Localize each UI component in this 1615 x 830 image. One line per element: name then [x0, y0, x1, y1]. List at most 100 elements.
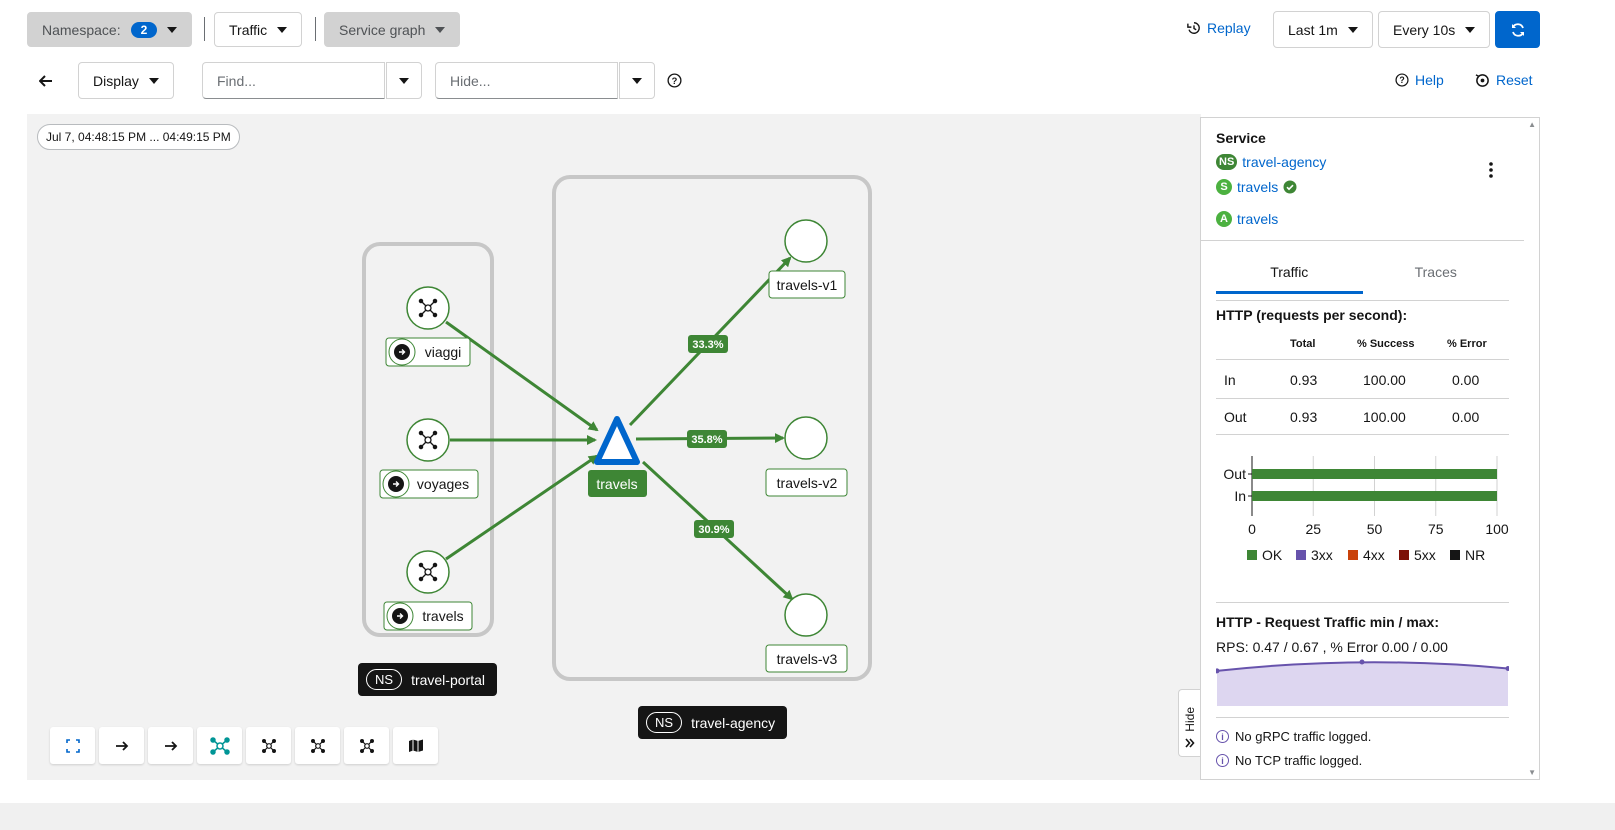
namespace-label-travel-portal: NS travel-portal: [358, 663, 497, 696]
legend-label-5xx: 5xx: [1414, 547, 1436, 563]
refresh-interval-label: Every 10s: [1393, 21, 1456, 38]
svg-text:35.8%: 35.8%: [691, 434, 722, 446]
fit-to-screen-icon[interactable]: [50, 727, 95, 764]
service-link[interactable]: travels: [1237, 179, 1278, 195]
namespace-name: travel-agency: [691, 714, 776, 731]
rps-sparkline: [1216, 659, 1509, 706]
layout-arrow-icon[interactable]: [99, 727, 144, 764]
graph-toolbar: [50, 727, 438, 764]
layout-3-icon[interactable]: [344, 727, 389, 764]
node-travels-v3[interactable]: travels-v3: [765, 593, 848, 673]
row-in-error: 0.00: [1452, 372, 1480, 388]
layout-arrow-icon[interactable]: [148, 727, 193, 764]
rps-summary: RPS: 0.47 / 0.67 , % Error 0.00 / 0.00: [1216, 639, 1448, 655]
row-in-total: 0.93: [1290, 372, 1318, 388]
svg-text:33.3%: 33.3%: [692, 339, 723, 351]
layout-2-icon[interactable]: [295, 727, 340, 764]
tab-traces[interactable]: Traces: [1363, 254, 1510, 294]
node-label-travels-v1: travels-v1: [777, 277, 838, 293]
bar-ok-out: [1252, 469, 1497, 479]
caret-down-icon: [1347, 26, 1358, 33]
node-label-voyages: voyages: [417, 476, 469, 492]
refresh-interval-dropdown[interactable]: Every 10s: [1378, 11, 1491, 48]
http-status-bar-chart: 0 25 50 75 100 Out In OK 3xx 4xx 5xx NR: [1223, 456, 1509, 563]
x-tick-label: 75: [1428, 521, 1444, 537]
legend-label-4xx: 4xx: [1363, 547, 1385, 563]
row-out-total: 0.93: [1290, 409, 1318, 425]
legend-swatch-3xx: [1296, 550, 1306, 560]
col-header-success: % Success: [1357, 338, 1415, 350]
table-row-divider: [1216, 434, 1509, 435]
divider: [1216, 300, 1509, 301]
reset-button[interactable]: Reset: [1475, 72, 1533, 88]
legend-swatch-4xx: [1348, 550, 1358, 560]
info-icon: i: [1216, 730, 1229, 743]
panel-tabs: Traffic Traces: [1216, 254, 1509, 294]
namespace-ns-badge: NS: [366, 669, 403, 690]
layout-1-icon[interactable]: [246, 727, 291, 764]
row-in-direction: In: [1224, 372, 1236, 388]
hide-label: Hide: [1183, 707, 1197, 732]
no-tcp-message: i No TCP traffic logged.: [1216, 753, 1362, 768]
namespace-ns-badge: NS: [646, 712, 683, 733]
row-out-direction: Out: [1224, 409, 1247, 425]
sparkline-area: [1217, 662, 1508, 706]
duration-label: Last 1m: [1288, 21, 1338, 38]
info-icon: i: [1216, 754, 1229, 767]
table-row-divider: [1216, 359, 1509, 360]
no-grpc-text: No gRPC traffic logged.: [1235, 729, 1372, 744]
node-viaggi[interactable]: viaggi: [385, 286, 471, 367]
x-tick-label: 0: [1248, 521, 1256, 537]
legend-swatch-ok: [1247, 550, 1257, 560]
divider: [1216, 717, 1509, 718]
edge-label-v1: 33.3%: [688, 335, 728, 353]
page-footer-strip: [0, 803, 1615, 830]
scroll-down-icon[interactable]: ▼: [1528, 768, 1536, 777]
node-travels-portal[interactable]: travels: [383, 550, 473, 631]
duration-dropdown[interactable]: Last 1m: [1273, 11, 1373, 48]
no-tcp-text: No TCP traffic logged.: [1235, 753, 1363, 768]
col-header-error: % Error: [1447, 338, 1487, 350]
namespace-name: travel-portal: [411, 671, 485, 688]
node-voyages[interactable]: voyages: [379, 418, 479, 499]
scroll-up-icon[interactable]: ▲: [1528, 120, 1536, 129]
layout-default-icon[interactable]: [197, 727, 242, 764]
y-category-label: Out: [1223, 466, 1246, 482]
kebab-menu-icon[interactable]: [1488, 162, 1494, 181]
tab-traffic[interactable]: Traffic: [1216, 254, 1363, 294]
service-detail-panel: Service NS travel-agency S travels A tra…: [1200, 117, 1540, 780]
refresh-button[interactable]: [1495, 11, 1540, 48]
node-travels-service[interactable]: travels: [588, 416, 647, 497]
help-button[interactable]: ? Help: [1395, 72, 1444, 88]
reset-icon: [1475, 73, 1489, 87]
node-travels-v1[interactable]: travels-v1: [768, 219, 846, 299]
node-label-travels-v3: travels-v3: [777, 651, 838, 667]
app-link[interactable]: travels: [1237, 211, 1278, 227]
edge-label-v3: 30.9%: [694, 520, 734, 538]
service-graph: 33.3% 35.8% 30.9% viaggi voyages travels…: [362, 175, 872, 681]
node-travels-v2[interactable]: travels-v2: [765, 416, 848, 497]
legend-swatch-5xx: [1399, 550, 1409, 560]
node-label-viaggi: viaggi: [425, 344, 462, 360]
x-tick-label: 50: [1367, 521, 1383, 537]
rps-section-title: HTTP - Request Traffic min / max:: [1216, 614, 1440, 630]
divider: [1216, 602, 1509, 603]
panel-namespace-row: NS travel-agency: [1216, 154, 1326, 170]
hide-panel-tab[interactable]: Hide: [1178, 689, 1201, 757]
service-badge: S: [1216, 179, 1232, 195]
legend-label-ok: OK: [1262, 547, 1283, 563]
namespace-link[interactable]: travel-agency: [1242, 154, 1326, 170]
double-chevron-right-icon: [1185, 738, 1195, 748]
legend-map-icon[interactable]: [393, 727, 438, 764]
caret-down-icon: [1465, 26, 1476, 33]
node-label-travels-service: travels: [596, 476, 637, 492]
panel-service-row: S travels: [1216, 179, 1297, 195]
panel-title: Service: [1216, 130, 1266, 146]
node-label-travels-v2: travels-v2: [777, 475, 838, 491]
node-label-travels-portal: travels: [422, 608, 463, 624]
y-category-label: In: [1234, 488, 1246, 504]
svg-text:30.9%: 30.9%: [698, 524, 729, 536]
replay-label: Replay: [1207, 20, 1251, 36]
app-badge: A: [1216, 211, 1232, 227]
x-tick-label: 100: [1485, 521, 1509, 537]
